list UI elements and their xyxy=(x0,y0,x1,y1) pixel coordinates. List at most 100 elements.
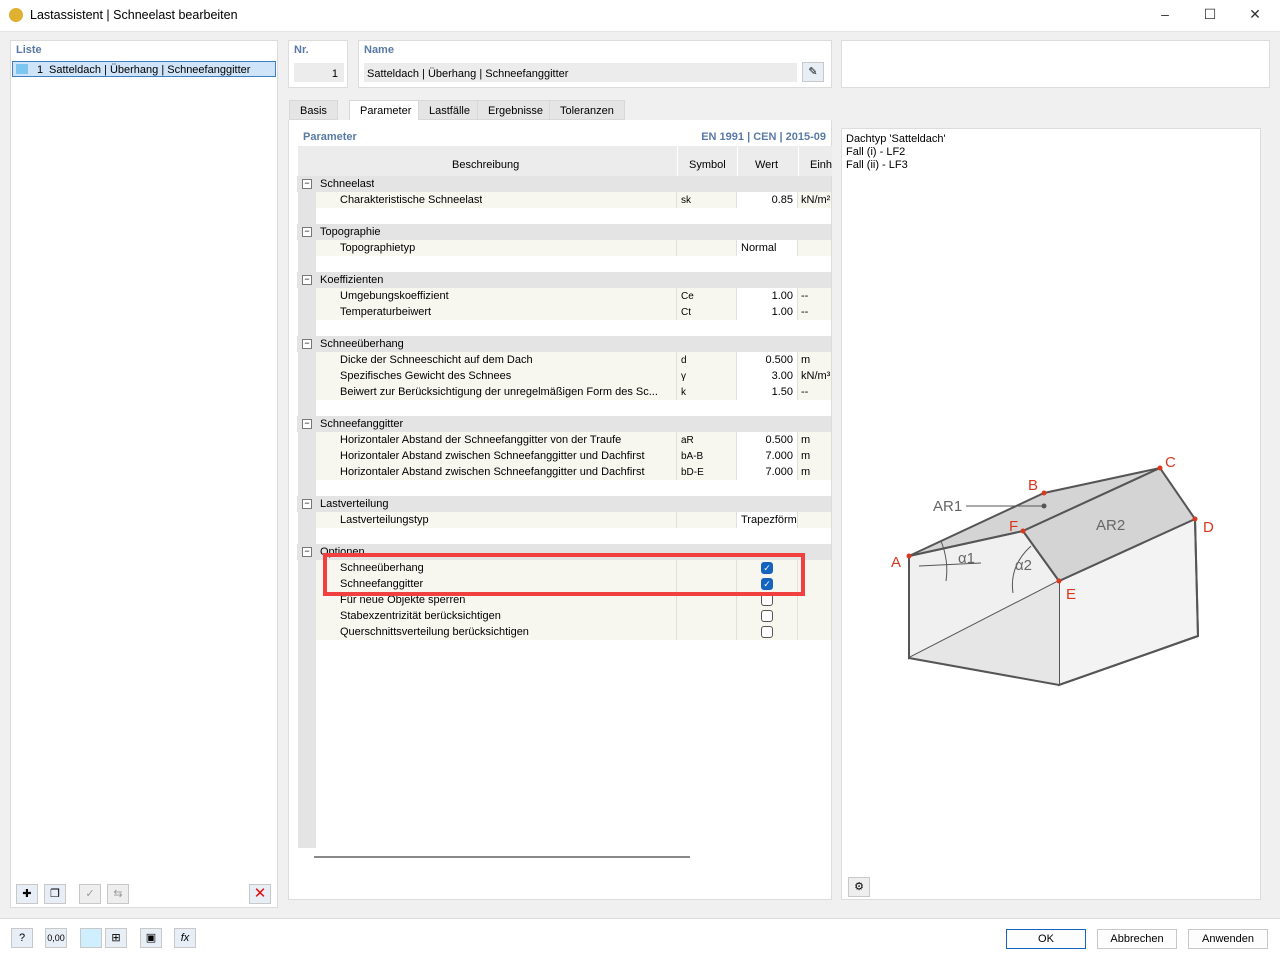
unit: m xyxy=(801,450,811,462)
model-icon[interactable]: ⊞ xyxy=(105,928,127,948)
list-item-nr: 1 xyxy=(37,64,44,76)
parameter-label: Querschnittsverteilung berücksichtigen xyxy=(340,626,529,638)
apply-button[interactable]: Anwenden xyxy=(1188,929,1268,949)
collapse-icon[interactable]: − xyxy=(302,547,312,557)
value-field[interactable]: 0.85 xyxy=(737,192,797,208)
group-label: Schneeüberhang xyxy=(320,338,404,350)
tab-lastfälle[interactable]: Lastfälle xyxy=(418,100,481,120)
close-button[interactable]: ✕ xyxy=(1240,6,1270,26)
ok-button[interactable]: OK xyxy=(1006,929,1086,949)
units-icon[interactable]: 0,00 xyxy=(45,928,67,948)
parameter-row: Horizontaler Abstand zwischen Schneefang… xyxy=(316,448,831,464)
tab-basis[interactable]: Basis xyxy=(289,100,338,120)
value-field[interactable]: 1.00 xyxy=(737,304,797,320)
symbol: sk xyxy=(681,195,691,206)
window-title: Lastassistent | Schneelast bearbeiten xyxy=(30,8,238,22)
checkbox[interactable] xyxy=(761,610,773,622)
collapse-icon[interactable]: − xyxy=(302,339,312,349)
group-row: − Lastverteilung xyxy=(297,496,831,512)
value-field[interactable]: 0.500 xyxy=(737,352,797,368)
minimize-button[interactable]: – xyxy=(1150,6,1180,26)
value-select[interactable]: Trapezförmig xyxy=(737,512,797,528)
copy-icon[interactable]: ❐ xyxy=(44,884,66,904)
collapse-icon[interactable]: − xyxy=(302,227,312,237)
alpha2-label: α2 xyxy=(1015,557,1032,574)
symbol: Ct xyxy=(681,307,691,318)
spacer-row xyxy=(316,208,831,224)
ar1-label: AR1 xyxy=(933,498,962,515)
tab-parameter[interactable]: Parameter xyxy=(349,100,423,121)
parameter-title: Parameter xyxy=(303,131,357,143)
symbol: γ xyxy=(681,371,686,382)
nr-label: Nr. xyxy=(294,44,309,56)
spacer-row xyxy=(316,320,831,336)
tab-ergebnisse[interactable]: Ergebnisse xyxy=(477,100,555,120)
nr-field[interactable]: 1 xyxy=(294,63,344,82)
point-e-label: E xyxy=(1066,586,1076,603)
formula-icon[interactable]: fx xyxy=(174,928,196,948)
parameter-label: Charakteristische Schneelast xyxy=(340,194,483,206)
parameter-row: Umgebungskoeffizient Ce 1.00 -- xyxy=(316,288,831,304)
parameter-row: Dicke der Schneeschicht auf dem Dach d 0.5… xyxy=(316,352,831,368)
uncheck-icon[interactable]: ⇆ xyxy=(107,884,129,904)
parameter-label: Beiwert zur Berücksichtigung der unregel… xyxy=(340,386,658,398)
spacer-row xyxy=(316,400,831,416)
collapse-icon[interactable]: − xyxy=(302,275,312,285)
parameter-label: Dicke der Schneeschicht auf dem Dach xyxy=(340,354,533,366)
parameter-row: Spezifisches Gewicht des Schnees γ 3.00 kN/… xyxy=(316,368,831,384)
app-icon xyxy=(9,8,23,22)
symbol: Ce xyxy=(681,291,694,302)
value-field[interactable]: 1.50 xyxy=(737,384,797,400)
unit: -- xyxy=(801,306,809,318)
value-field[interactable]: 3.00 xyxy=(737,368,797,384)
edit-icon[interactable]: ✎ xyxy=(802,62,824,82)
horizontal-scrollbar[interactable] xyxy=(314,856,690,858)
group-row: − Schneefanggitter xyxy=(297,416,831,432)
bottom-bar: ? 0,00 ⊞ ▣ fx OK Abbrechen Anwenden xyxy=(0,918,1280,960)
color-icon[interactable] xyxy=(80,928,102,948)
list-header: Liste xyxy=(16,44,42,56)
parameter-label: Horizontaler Abstand zwischen Schneefang… xyxy=(340,466,645,478)
value-field[interactable]: 0.500 xyxy=(737,432,797,448)
name-label: Name xyxy=(364,44,394,56)
unit: -- xyxy=(801,386,809,398)
collapse-icon[interactable]: − xyxy=(302,499,312,509)
collapse-icon[interactable]: − xyxy=(302,179,312,189)
maximize-button[interactable]: ☐ xyxy=(1195,6,1225,26)
title-bar: Lastassistent | Schneelast bearbeiten – … xyxy=(0,0,1280,32)
comment-field[interactable] xyxy=(841,40,1270,88)
group-label: Lastverteilung xyxy=(320,498,389,510)
unit: kN/m² xyxy=(801,194,831,206)
value-field[interactable]: 1.00 xyxy=(737,288,797,304)
symbol: k xyxy=(681,387,686,398)
diagram-options-icon[interactable]: ⚙ xyxy=(848,877,870,897)
cancel-button[interactable]: Abbrechen xyxy=(1097,929,1177,949)
check-all-icon[interactable]: ✓ xyxy=(79,884,101,904)
unit: -- xyxy=(801,290,809,302)
delete-icon[interactable]: ✕ xyxy=(249,884,271,904)
group-label: Topographie xyxy=(320,226,381,238)
collapse-icon[interactable]: − xyxy=(302,419,312,429)
help-icon[interactable]: ? xyxy=(11,928,33,948)
parameter-label: Horizontaler Abstand der Schneefanggitte… xyxy=(340,434,622,446)
value-select[interactable]: Normal xyxy=(737,240,797,256)
view-icon[interactable]: ▣ xyxy=(140,928,162,948)
list-item[interactable]: 1 Satteldach | Überhang | Schneefanggitt… xyxy=(12,61,276,77)
col-beschreibung: Beschreibung xyxy=(452,159,520,171)
parameter-row: Temperaturbeiwert Ct 1.00 -- xyxy=(316,304,831,320)
unit: m xyxy=(801,354,811,366)
value-field[interactable]: 7.000 xyxy=(737,448,797,464)
parameter-row: Lastverteilungstyp Trapezförmig xyxy=(316,512,831,528)
tab-toleranzen[interactable]: Toleranzen xyxy=(549,100,625,120)
symbol: d xyxy=(681,355,687,366)
color-swatch xyxy=(16,64,28,74)
info-panel: Dachtyp 'Satteldach' Fall (i) - LF2 Fall… xyxy=(841,128,1261,900)
name-section: Name Satteldach | Überhang | Schneefangg… xyxy=(358,40,832,88)
value-field[interactable]: 7.000 xyxy=(737,464,797,480)
checkbox[interactable] xyxy=(761,626,773,638)
group-label: Schneelast xyxy=(320,178,375,190)
group-label: Schneefanggitter xyxy=(320,418,404,430)
name-field[interactable]: Satteldach | Überhang | Schneefanggitter xyxy=(364,63,797,82)
group-label: Koeffizienten xyxy=(320,274,384,286)
new-item-icon[interactable]: ✚ xyxy=(16,884,38,904)
